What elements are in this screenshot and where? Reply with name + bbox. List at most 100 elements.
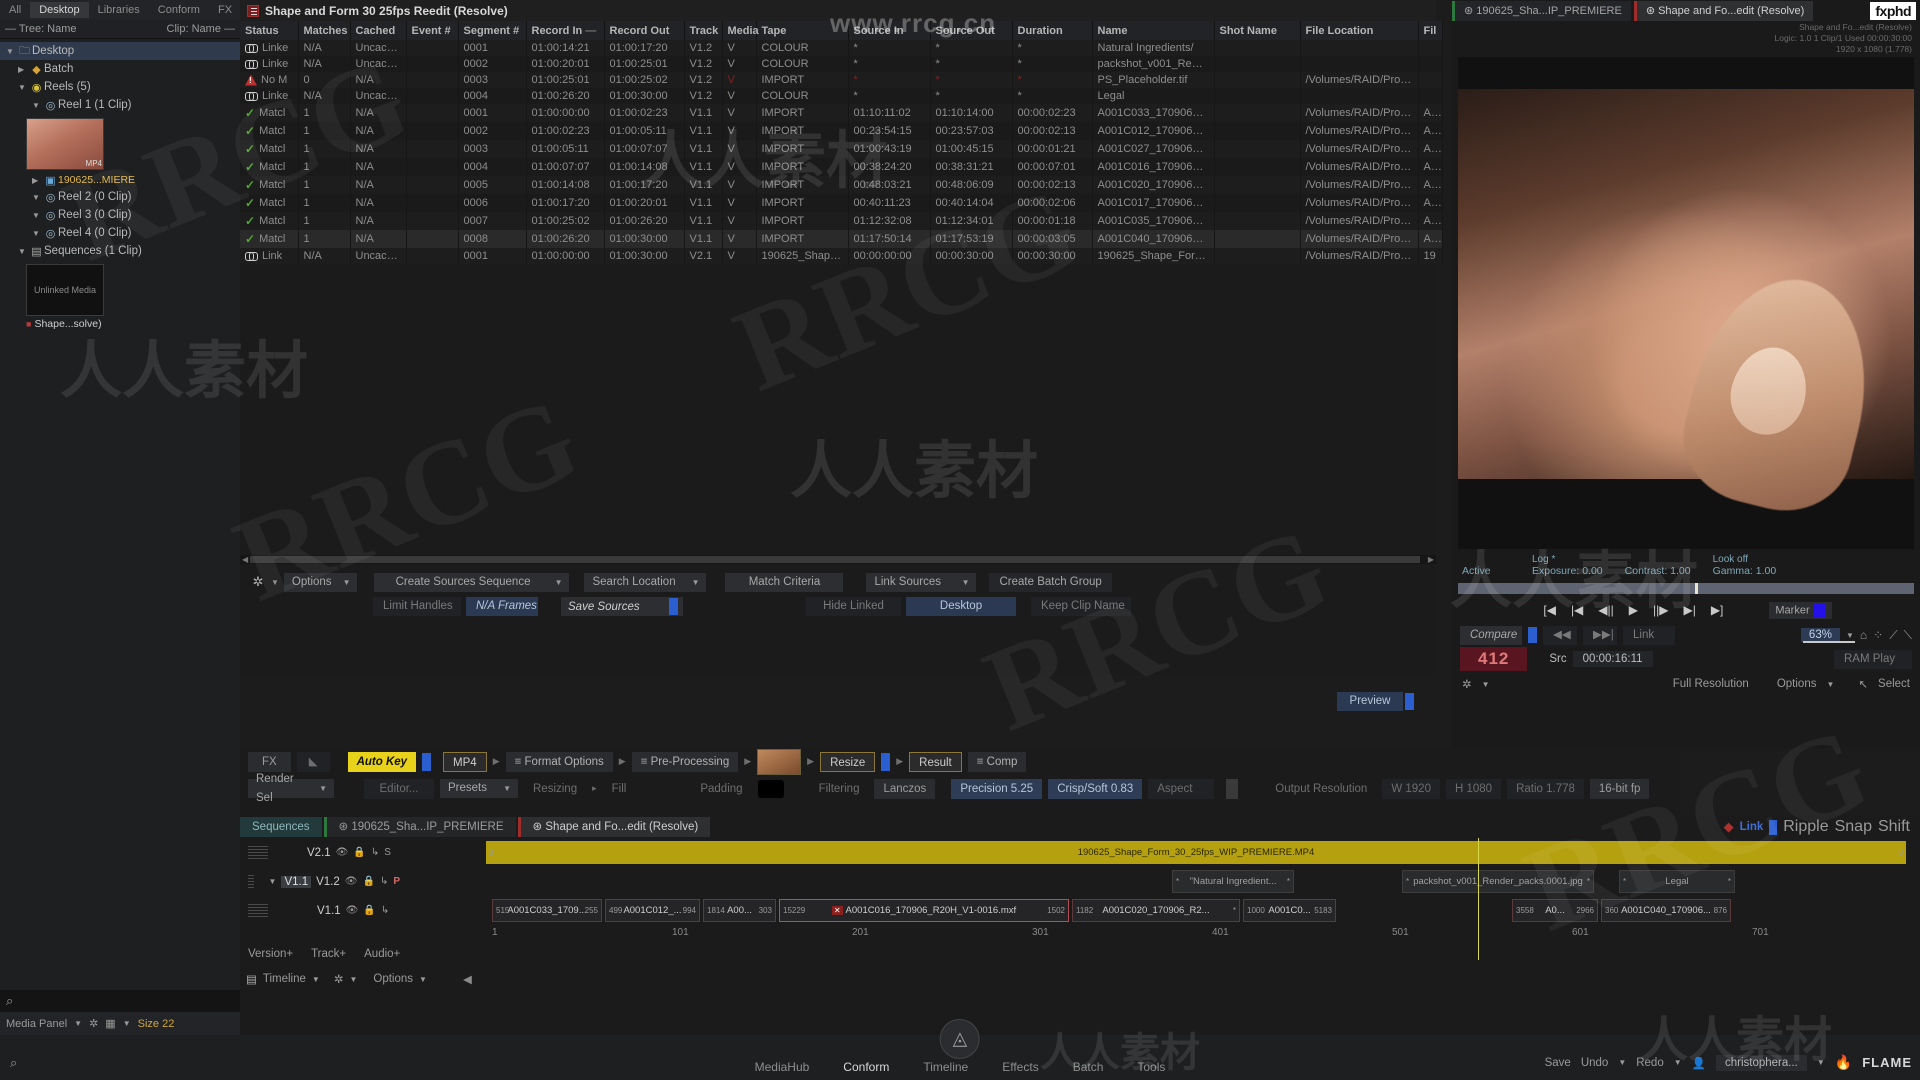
chevron-down-icon[interactable]: ▼ — [552, 578, 570, 587]
match-criteria-button[interactable]: Match Criteria — [725, 572, 844, 592]
go-to-start-button[interactable]: [◀ — [1540, 603, 1559, 617]
col-segment[interactable]: Segment # — [458, 21, 527, 40]
search-icon-2[interactable]: ⌕ — [10, 1055, 17, 1071]
chevron-down-icon-4[interactable]: ▼ — [349, 975, 357, 984]
disclosure-triangle-icon[interactable]: ▼ — [6, 47, 17, 56]
compare-button[interactable]: Compare — [1460, 625, 1522, 645]
marker-icon[interactable]: ◆ — [1724, 819, 1734, 835]
output-width-field[interactable]: W 1920 — [1382, 778, 1440, 799]
tab-desktop[interactable]: Desktop — [30, 2, 89, 18]
col-cached[interactable]: Cached — [350, 21, 407, 40]
track-head-v21[interactable]: V2.1 👁 🔒 ↳ S — [240, 846, 400, 859]
src-timecode-field[interactable]: 00:00:16:11 — [1572, 651, 1653, 667]
link-toggle[interactable]: Link — [1740, 821, 1764, 833]
module-tab-mediahub[interactable]: MediaHub — [755, 1060, 810, 1080]
timeline-scroll-left-icon[interactable]: ◀ — [463, 972, 472, 986]
create-batch-group-button[interactable]: Create Batch Group — [989, 572, 1112, 592]
conform-event-table[interactable]: Status Matches Cached Event # Segment # … — [240, 21, 1443, 264]
chevron-down-icon[interactable]: ▼ — [340, 578, 358, 587]
full-resolution-button[interactable]: Full Resolution — [1673, 678, 1749, 690]
sequence-thumbnail[interactable]: Unlinked Media — [26, 264, 104, 316]
cc-log-label[interactable]: Log * — [1532, 554, 1603, 565]
drag-handle-icon-2[interactable] — [248, 875, 254, 888]
col-record-out[interactable]: Record Out — [604, 21, 685, 40]
chevron-down-icon-5[interactable]: ▼ — [419, 975, 427, 984]
col-file-location[interactable]: File Location — [1300, 21, 1419, 40]
keep-clip-name-button[interactable]: Keep Clip Name — [1031, 596, 1131, 616]
tab-sequences[interactable]: Sequences — [240, 817, 322, 837]
previous-edit-button[interactable]: |◀ — [1568, 603, 1586, 617]
tab-resolve-sequence[interactable]: ⊛ Shape and Fo...edit (Resolve) — [517, 817, 711, 837]
auto-key-button[interactable]: Auto Key — [347, 751, 417, 772]
padding-color-swatch[interactable] — [757, 779, 784, 798]
flame-wheel-icon[interactable] — [939, 1019, 980, 1059]
timeline-clip[interactable]: 15229 ✕ A001C016_170906_R20H_V1-0016.mxf 15… — [779, 899, 1069, 922]
gear-icon[interactable]: ✲ — [250, 574, 266, 590]
timeline-clip[interactable]: 499 A001C012_... 994 — [605, 899, 700, 922]
preview-button[interactable]: Preview — [1337, 692, 1403, 711]
zoom-level-field[interactable]: 63% — [1800, 628, 1855, 643]
lane-v21[interactable]: 0 190625_Shape_Form_30_25fps_WIP_PREMIER… — [400, 838, 1920, 867]
current-frame-field[interactable]: 412 — [1460, 647, 1528, 671]
table-row[interactable]: ✓ Matcl 1 N/A 0005 01:00:14:08 01:00:17:20 V1.1… — [240, 176, 1443, 194]
filter-type-value[interactable]: Lanczos — [874, 778, 936, 799]
viewer-link-button[interactable]: Link — [1623, 625, 1675, 645]
chevron-down-icon-10[interactable]: ▼ — [1674, 1058, 1682, 1067]
undo-button[interactable]: Undo — [1581, 1057, 1609, 1069]
create-sources-sequence-dropdown[interactable]: Create Sources Sequence ▼ — [374, 572, 570, 592]
chevron-down-icon[interactable]: ▼ — [269, 877, 277, 886]
disclosure-triangle-icon[interactable]: ▼ — [18, 247, 29, 256]
track-name-v11b[interactable]: V1.1 — [281, 875, 312, 888]
disclosure-triangle-icon[interactable]: ▼ — [32, 193, 43, 202]
table-row[interactable]: Link N/A Uncached 0001 01:00:00:00 01:00:30:0… — [240, 248, 1443, 264]
chevron-down-icon-7[interactable]: ▼ — [1482, 680, 1490, 689]
fx-label[interactable]: FX — [248, 751, 291, 772]
cc-active-label[interactable]: Active — [1462, 565, 1510, 577]
options-dropdown[interactable]: Options ▼ — [283, 572, 358, 592]
col-source-in[interactable]: Source In — [848, 21, 931, 40]
cursor-icon[interactable]: ↖ — [1858, 677, 1868, 691]
chevron-down-icon[interactable]: ▼ — [316, 784, 334, 793]
padding-label[interactable]: Padding — [691, 779, 751, 799]
chevron-down-icon-3[interactable]: ▼ — [312, 975, 320, 984]
track-v12[interactable]: ▼ V1.1 V1.2 👁 🔒 ↳ P * "Natural Ingredient… — [240, 867, 1920, 896]
disclosure-triangle-icon[interactable]: ▶ — [32, 176, 43, 185]
gear-icon[interactable]: ✲ — [89, 1017, 98, 1030]
comp-node[interactable]: ≡ Comp — [967, 751, 1027, 772]
gear-icon-2[interactable]: ✲ — [334, 972, 344, 986]
preview-control[interactable]: Preview — [1337, 692, 1414, 711]
col-tape[interactable]: Tape — [756, 21, 849, 40]
step-forward-button[interactable]: ||▶ — [1650, 603, 1671, 617]
timeline-clip[interactable]: * "Natural Ingredient... * — [1172, 870, 1294, 893]
gear-icon-3[interactable]: ✲ — [1462, 677, 1472, 691]
viewer-image[interactable] — [1458, 57, 1914, 549]
crisp-soft-field[interactable]: Crisp/Soft 0.83 — [1048, 778, 1143, 799]
module-tab-batch[interactable]: Batch — [1073, 1060, 1104, 1080]
timeline-clip[interactable]: 1814 A00... 303 — [703, 899, 776, 922]
drag-handle-icon-3[interactable] — [248, 904, 268, 917]
viewer-tab-resolve[interactable]: ⊛ Shape and Fo...edit (Resolve) — [1633, 1, 1814, 21]
version-add-button[interactable]: Version+ — [248, 948, 293, 960]
pre-processing-node[interactable]: ≡ Pre-Processing — [631, 751, 739, 772]
track-v21[interactable]: V2.1 👁 🔒 ↳ S 0 190625_Shape_Form_30_25fp… — [240, 838, 1920, 867]
scroll-thumb[interactable] — [250, 556, 1420, 563]
fx-preview-thumbnail[interactable] — [757, 748, 802, 775]
viewer-tab-premiere[interactable]: ⊛ 190625_Sha...IP_PREMIERE — [1452, 1, 1631, 21]
timeline-clip[interactable]: 3558 A0... 2966 — [1512, 899, 1598, 922]
viewer-scrub-bar[interactable] — [1458, 583, 1914, 594]
home-icon[interactable]: ⌂ — [1860, 628, 1867, 642]
solo-button[interactable]: S — [384, 847, 391, 858]
chevron-down-icon-9[interactable]: ▼ — [1618, 1058, 1626, 1067]
lane-v11[interactable]: 515 A001C033_1709... 255 499 A001C012_... 994… — [400, 896, 1920, 925]
col-duration[interactable]: Duration — [1012, 21, 1093, 40]
module-tab-tools[interactable]: Tools — [1137, 1060, 1165, 1080]
filtering-label[interactable]: Filtering — [810, 779, 869, 799]
tree-item-desktop[interactable]: ▼ 🗀 Desktop — [0, 42, 240, 60]
timeline-clip[interactable]: 1182 A001C020_170906_R2... * — [1072, 899, 1240, 922]
fill-value[interactable]: Fill — [603, 779, 636, 799]
lock-icon-2[interactable]: 🔒 — [362, 876, 374, 887]
lock-icon[interactable]: 🔒 — [353, 847, 365, 858]
track-head-v11[interactable]: V1.1 👁 🔒 ↳ — [240, 904, 400, 917]
col-event[interactable]: Event # — [406, 21, 459, 40]
tab-fx[interactable]: FX — [209, 2, 241, 18]
